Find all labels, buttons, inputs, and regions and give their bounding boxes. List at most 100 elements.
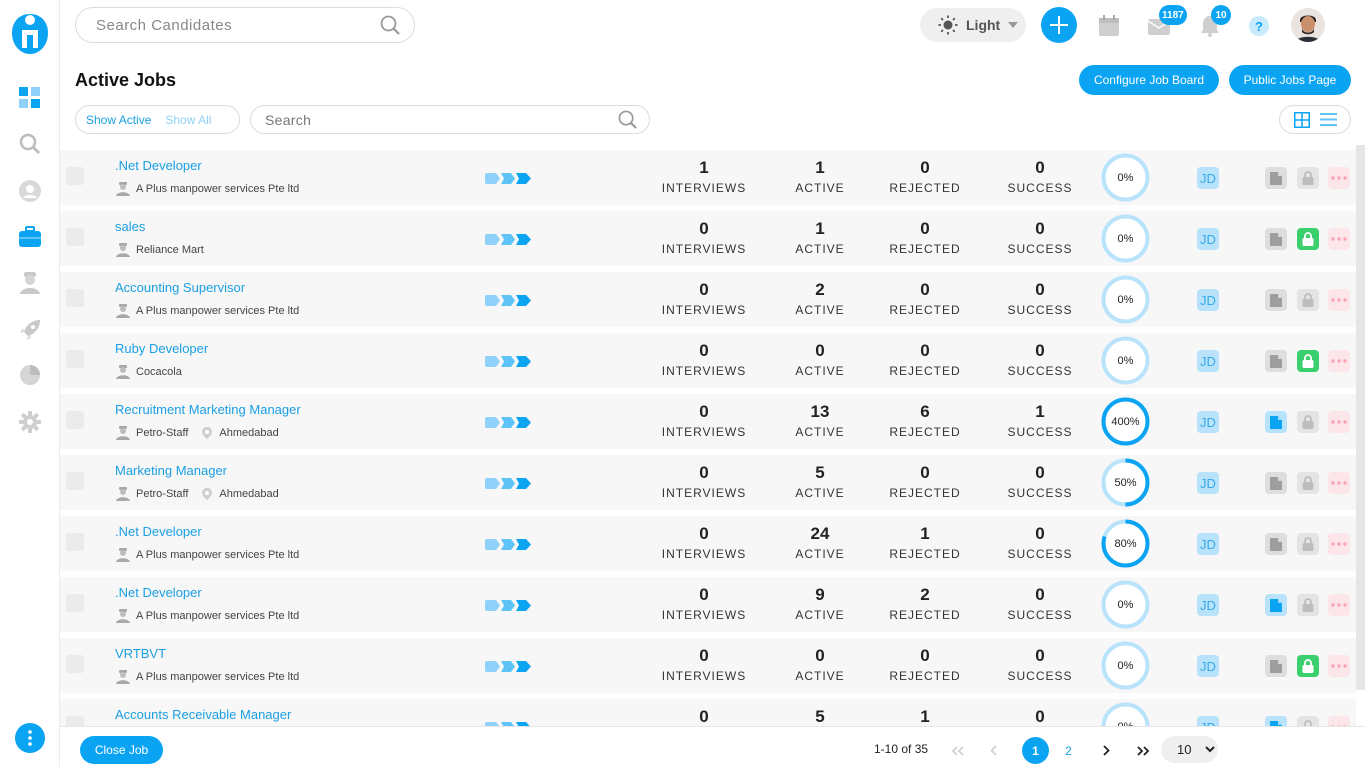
document-button[interactable] bbox=[1265, 533, 1287, 555]
job-description-button[interactable]: JD bbox=[1197, 350, 1219, 372]
rocket-icon[interactable] bbox=[18, 318, 42, 342]
job-title[interactable]: Accounts Receivable Manager bbox=[115, 707, 291, 722]
lock-button[interactable] bbox=[1297, 350, 1319, 372]
job-description-button[interactable]: JD bbox=[1197, 289, 1219, 311]
job-title[interactable]: .Net Developer bbox=[115, 158, 202, 173]
job-title[interactable]: Marketing Manager bbox=[115, 463, 227, 478]
grid-view-icon[interactable] bbox=[1293, 111, 1310, 128]
job-pipeline[interactable] bbox=[485, 478, 531, 489]
document-button[interactable] bbox=[1265, 716, 1287, 726]
public-jobs-page-button[interactable]: Public Jobs Page bbox=[1229, 65, 1351, 95]
close-job-button[interactable]: Close Job bbox=[80, 736, 163, 764]
row-checkbox[interactable] bbox=[66, 289, 84, 307]
job-title[interactable]: .Net Developer bbox=[115, 585, 202, 600]
job-description-button[interactable]: JD bbox=[1197, 411, 1219, 433]
row-checkbox[interactable] bbox=[66, 655, 84, 673]
help-button[interactable]: ? bbox=[1247, 14, 1271, 38]
add-button[interactable] bbox=[1041, 7, 1077, 43]
document-button[interactable] bbox=[1265, 472, 1287, 494]
show-all-toggle[interactable]: Show All bbox=[151, 113, 211, 127]
dashboard-icon[interactable] bbox=[18, 86, 42, 110]
job-description-button[interactable]: JD bbox=[1197, 533, 1219, 555]
document-button[interactable] bbox=[1265, 228, 1287, 250]
candidate-icon[interactable] bbox=[18, 179, 42, 203]
document-button[interactable] bbox=[1265, 167, 1287, 189]
job-title[interactable]: VRTBVT bbox=[115, 646, 166, 661]
job-title[interactable]: Recruitment Marketing Manager bbox=[115, 402, 301, 417]
job-pipeline[interactable] bbox=[485, 295, 531, 306]
job-title[interactable]: .Net Developer bbox=[115, 524, 202, 539]
document-button[interactable] bbox=[1265, 655, 1287, 677]
row-checkbox[interactable] bbox=[66, 716, 84, 726]
row-checkbox[interactable] bbox=[66, 472, 84, 490]
page-2-button[interactable]: 2 bbox=[1055, 737, 1082, 764]
more-options-button[interactable] bbox=[1328, 411, 1350, 433]
scrollbar[interactable] bbox=[1356, 145, 1365, 690]
job-search-input[interactable] bbox=[265, 111, 618, 128]
job-description-button[interactable]: JD bbox=[1197, 167, 1219, 189]
job-title[interactable]: Ruby Developer bbox=[115, 341, 208, 356]
lock-button[interactable] bbox=[1297, 472, 1319, 494]
row-checkbox[interactable] bbox=[66, 228, 84, 246]
job-description-button[interactable]: JD bbox=[1197, 716, 1219, 726]
more-options-button[interactable] bbox=[1328, 472, 1350, 494]
lock-button[interactable] bbox=[1297, 716, 1319, 726]
row-checkbox[interactable] bbox=[66, 350, 84, 368]
next-page-button[interactable] bbox=[1093, 737, 1120, 764]
lock-button[interactable] bbox=[1297, 228, 1319, 250]
last-page-button[interactable] bbox=[1129, 737, 1156, 764]
briefcase-icon[interactable] bbox=[18, 225, 42, 249]
more-options-button[interactable] bbox=[1328, 350, 1350, 372]
lock-button[interactable] bbox=[1297, 411, 1319, 433]
row-checkbox[interactable] bbox=[66, 411, 84, 429]
more-options-button[interactable] bbox=[1328, 533, 1350, 555]
job-description-button[interactable]: JD bbox=[1197, 228, 1219, 250]
more-options-button[interactable] bbox=[1328, 289, 1350, 311]
theme-toggle[interactable]: Light bbox=[920, 8, 1026, 42]
job-pipeline[interactable] bbox=[485, 600, 531, 611]
job-description-button[interactable]: JD bbox=[1197, 472, 1219, 494]
calendar-button[interactable] bbox=[1097, 14, 1121, 38]
lock-button[interactable] bbox=[1297, 533, 1319, 555]
job-title[interactable]: sales bbox=[115, 219, 145, 234]
job-pipeline[interactable] bbox=[485, 661, 531, 672]
job-description-button[interactable]: JD bbox=[1197, 594, 1219, 616]
job-pipeline[interactable] bbox=[485, 417, 531, 428]
more-menu-button[interactable] bbox=[15, 723, 45, 753]
row-checkbox[interactable] bbox=[66, 533, 84, 551]
job-pipeline[interactable] bbox=[485, 356, 531, 367]
job-description-button[interactable]: JD bbox=[1197, 655, 1219, 677]
list-view-icon[interactable] bbox=[1319, 113, 1337, 126]
per-page-select[interactable]: 10 bbox=[1161, 736, 1218, 763]
more-options-button[interactable] bbox=[1328, 594, 1350, 616]
search-icon[interactable] bbox=[380, 15, 400, 35]
document-button[interactable] bbox=[1265, 594, 1287, 616]
search-icon[interactable] bbox=[618, 110, 637, 129]
lock-button[interactable] bbox=[1297, 594, 1319, 616]
lock-button[interactable] bbox=[1297, 655, 1319, 677]
lock-button[interactable] bbox=[1297, 167, 1319, 189]
search-icon[interactable] bbox=[18, 132, 42, 156]
row-checkbox[interactable] bbox=[66, 594, 84, 612]
gear-icon[interactable] bbox=[18, 410, 42, 434]
pie-chart-icon[interactable] bbox=[18, 363, 42, 387]
more-options-button[interactable] bbox=[1328, 167, 1350, 189]
job-pipeline[interactable] bbox=[485, 234, 531, 245]
recruiter-icon[interactable] bbox=[18, 271, 42, 295]
avatar[interactable] bbox=[1291, 8, 1325, 42]
prev-page-button[interactable] bbox=[980, 737, 1007, 764]
more-options-button[interactable] bbox=[1328, 716, 1350, 726]
document-button[interactable] bbox=[1265, 350, 1287, 372]
candidate-search-input[interactable] bbox=[96, 16, 380, 34]
job-pipeline[interactable] bbox=[485, 539, 531, 550]
more-options-button[interactable] bbox=[1328, 228, 1350, 250]
job-title[interactable]: Accounting Supervisor bbox=[115, 280, 245, 295]
more-options-button[interactable] bbox=[1328, 655, 1350, 677]
show-active-toggle[interactable]: Show Active bbox=[76, 113, 151, 127]
configure-job-board-button[interactable]: Configure Job Board bbox=[1079, 65, 1219, 95]
first-page-button[interactable] bbox=[944, 737, 971, 764]
job-pipeline[interactable] bbox=[485, 173, 531, 184]
brand-logo[interactable] bbox=[10, 10, 50, 56]
page-1-button[interactable]: 1 bbox=[1022, 737, 1049, 764]
document-button[interactable] bbox=[1265, 411, 1287, 433]
